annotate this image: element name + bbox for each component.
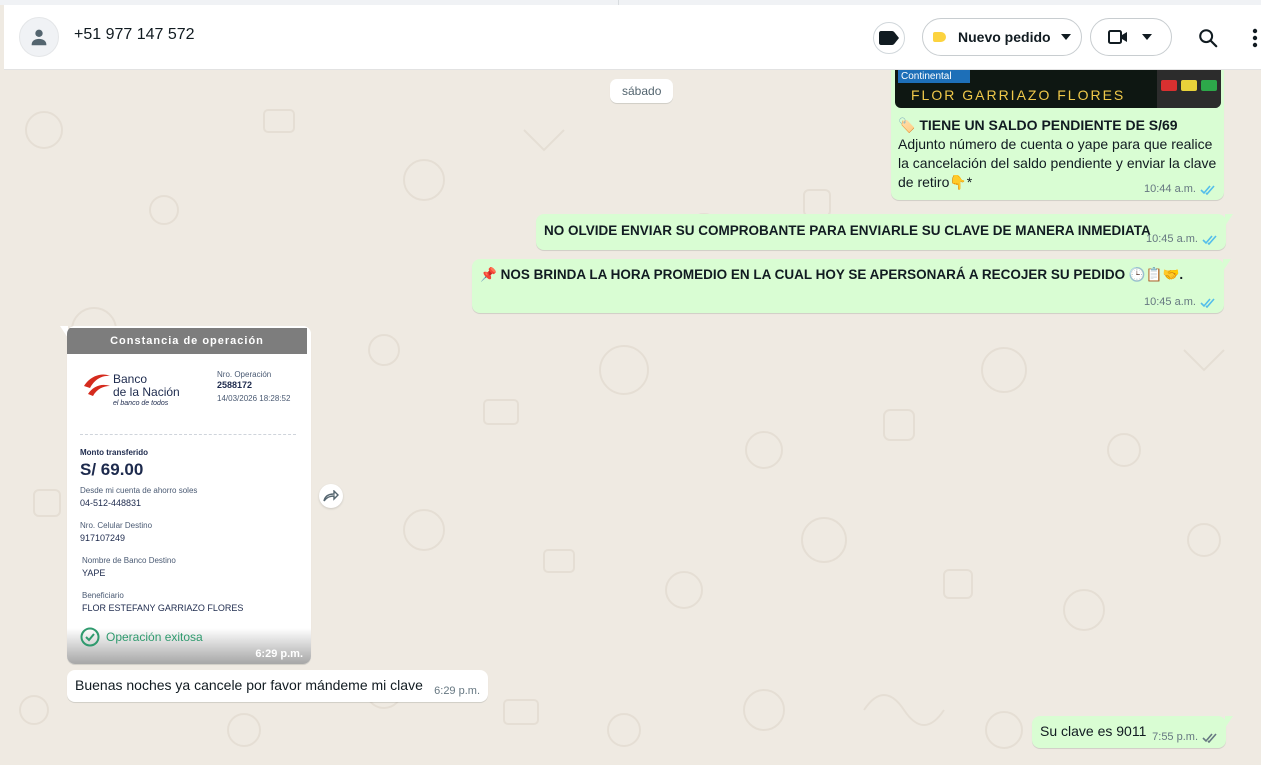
order-status-dropdown[interactable]: Nuevo pedido — [922, 18, 1082, 56]
whatsapp-chat-window: +51 977 147 572 Nuevo pedido sábado Cont… — [0, 0, 1261, 765]
label-icon — [879, 31, 899, 45]
message-meta: 10:44 a.m. — [1144, 183, 1216, 195]
amount-value: S/ 69.00 — [80, 460, 144, 479]
message-suffix: . — [1179, 267, 1184, 282]
point-down-icon: 👇 — [949, 174, 967, 190]
receipt-field-label: Beneficiario — [82, 591, 124, 600]
bubble-tail — [1225, 716, 1233, 728]
message-time: 6:29 p.m. — [255, 648, 303, 660]
double-check-read-icon — [1202, 234, 1217, 245]
message-meta: 6:29 p.m. — [434, 685, 480, 697]
message-bubble-incoming[interactable]: Buenas noches ya cancele por favor mánde… — [67, 670, 488, 702]
clock-icon: 🕒 — [1128, 267, 1146, 282]
date-divider: sábado — [610, 79, 674, 103]
message-image-banner[interactable]: Continental FLOR GARRIAZO FLORES — [895, 70, 1221, 108]
receipt-field-value: FLOR ESTEFANY GARRIAZO FLORES — [82, 603, 244, 613]
receipt-field-label: Desde mi cuenta de ahorro soles — [80, 486, 198, 495]
message-bubble-outgoing[interactable]: Continental FLOR GARRIAZO FLORES 🏷️ TIEN… — [891, 70, 1224, 200]
bank-logo-icon — [84, 374, 110, 396]
message-body: Adjunto número de cuenta o yape para que… — [898, 136, 1217, 190]
message-time: 7:55 p.m. — [1152, 731, 1198, 743]
terminal-key — [1161, 80, 1177, 91]
terminal-key — [1201, 80, 1217, 91]
terminal-key — [1181, 80, 1197, 91]
message-text: Su clave es 9011 — [1040, 723, 1147, 739]
handshake-icon: 🤝 — [1162, 267, 1180, 282]
operation-number-label: Nro. Operación — [217, 370, 272, 379]
receipt-status-text: Operación exitosa — [106, 630, 203, 644]
message-bubble-outgoing[interactable]: 📌 NOS BRINDA LA HORA PROMEDIO EN LA CUAL… — [472, 259, 1231, 313]
message-meta: 10:45 a.m. — [1144, 296, 1216, 308]
amount-label: Monto transferido — [80, 448, 148, 457]
operation-number: 2588172 — [217, 380, 253, 390]
clipboard-icon: 📋 — [1145, 267, 1163, 282]
bank-name: Banco de la Nación — [113, 373, 180, 399]
check-circle-icon — [80, 627, 100, 647]
bubble-tail — [1223, 259, 1231, 271]
message-bubble-outgoing[interactable]: Su clave es 9011 7:55 p.m. — [1032, 716, 1233, 748]
double-check-read-icon — [1200, 184, 1215, 195]
contact-name[interactable]: +51 977 147 572 — [74, 26, 195, 44]
message-time: 10:44 a.m. — [1144, 183, 1196, 195]
chevron-down-icon — [1142, 34, 1152, 40]
receipt-image[interactable]: Constancia de operación Banco de la Nació… — [67, 326, 311, 664]
message-meta: 10:45 a.m. — [1146, 233, 1218, 245]
message-bubble-incoming-image[interactable]: Constancia de operación Banco de la Nació… — [60, 326, 311, 664]
forward-button[interactable] — [319, 484, 343, 508]
order-status-label: Nuevo pedido — [958, 29, 1051, 45]
message-time: 10:45 a.m. — [1146, 233, 1198, 245]
banner-brand-text: Continental — [898, 70, 970, 83]
double-check-read-icon — [1200, 297, 1215, 308]
bank-slogan: el banco de todos — [113, 400, 169, 407]
message-list[interactable]: sábado Continental FLOR GARRIAZO FLORES … — [4, 70, 1261, 765]
receipt-field-value: 04-512-448831 — [80, 498, 142, 508]
receipt-divider — [80, 434, 296, 435]
receipt-field-label: Nombre de Banco Destino — [82, 556, 176, 565]
receipt-field-value: 917107249 — [80, 533, 126, 543]
more-vert-icon[interactable] — [1252, 28, 1258, 48]
double-check-delivered-icon — [1202, 732, 1217, 743]
receipt-field-label: Nro. Celular Destino — [80, 521, 153, 530]
bank-name-line1: Banco — [113, 372, 148, 386]
receipt-field-value: YAPE — [82, 568, 106, 578]
bubble-tail — [1225, 214, 1233, 226]
message-text: Buenas noches ya cancele por favor mánde… — [75, 677, 423, 693]
operation-datetime: 14/03/2026 18:28:52 — [217, 394, 291, 403]
contact-avatar[interactable] — [19, 17, 59, 57]
label-chat-button[interactable] — [873, 22, 905, 54]
chat-header: +51 977 147 572 Nuevo pedido — [4, 5, 1261, 70]
pushpin-icon: 📌 — [480, 267, 497, 282]
receipt-status: Operación exitosa — [80, 627, 203, 647]
chevron-down-icon — [1060, 34, 1071, 40]
person-icon — [31, 29, 47, 46]
message-time: 6:29 p.m. — [434, 685, 480, 697]
message-text: NO OLVIDE ENVIAR SU COMPROBANTE PARA ENV… — [544, 223, 1151, 238]
message-text: 🏷️ TIENE UN SALDO PENDIENTE DE S/69 Adju… — [898, 116, 1220, 192]
forward-icon — [323, 490, 339, 502]
bank-name-line2: de la Nación — [113, 385, 180, 399]
price-tag-icon: 🏷️ — [898, 117, 916, 133]
video-call-dropdown[interactable] — [1090, 18, 1172, 56]
message-suffix: * — [966, 174, 973, 190]
search-icon[interactable] — [1197, 27, 1219, 49]
message-text: 📌 NOS BRINDA LA HORA PROMEDIO EN LA CUAL… — [480, 265, 1183, 284]
message-time: 10:45 a.m. — [1144, 296, 1196, 308]
message-body: NOS BRINDA LA HORA PROMEDIO EN LA CUAL H… — [500, 267, 1126, 282]
video-icon — [1108, 30, 1127, 44]
receipt-title: Constancia de operación — [67, 328, 307, 354]
order-label-color-icon — [933, 32, 946, 42]
message-headline: TIENE UN SALDO PENDIENTE DE S/69 — [919, 117, 1178, 133]
message-meta: 7:55 p.m. — [1152, 731, 1218, 743]
banner-account-name: FLOR GARRIAZO FLORES — [911, 87, 1126, 103]
message-bubble-outgoing[interactable]: NO OLVIDE ENVIAR SU COMPROBANTE PARA ENV… — [536, 214, 1233, 250]
